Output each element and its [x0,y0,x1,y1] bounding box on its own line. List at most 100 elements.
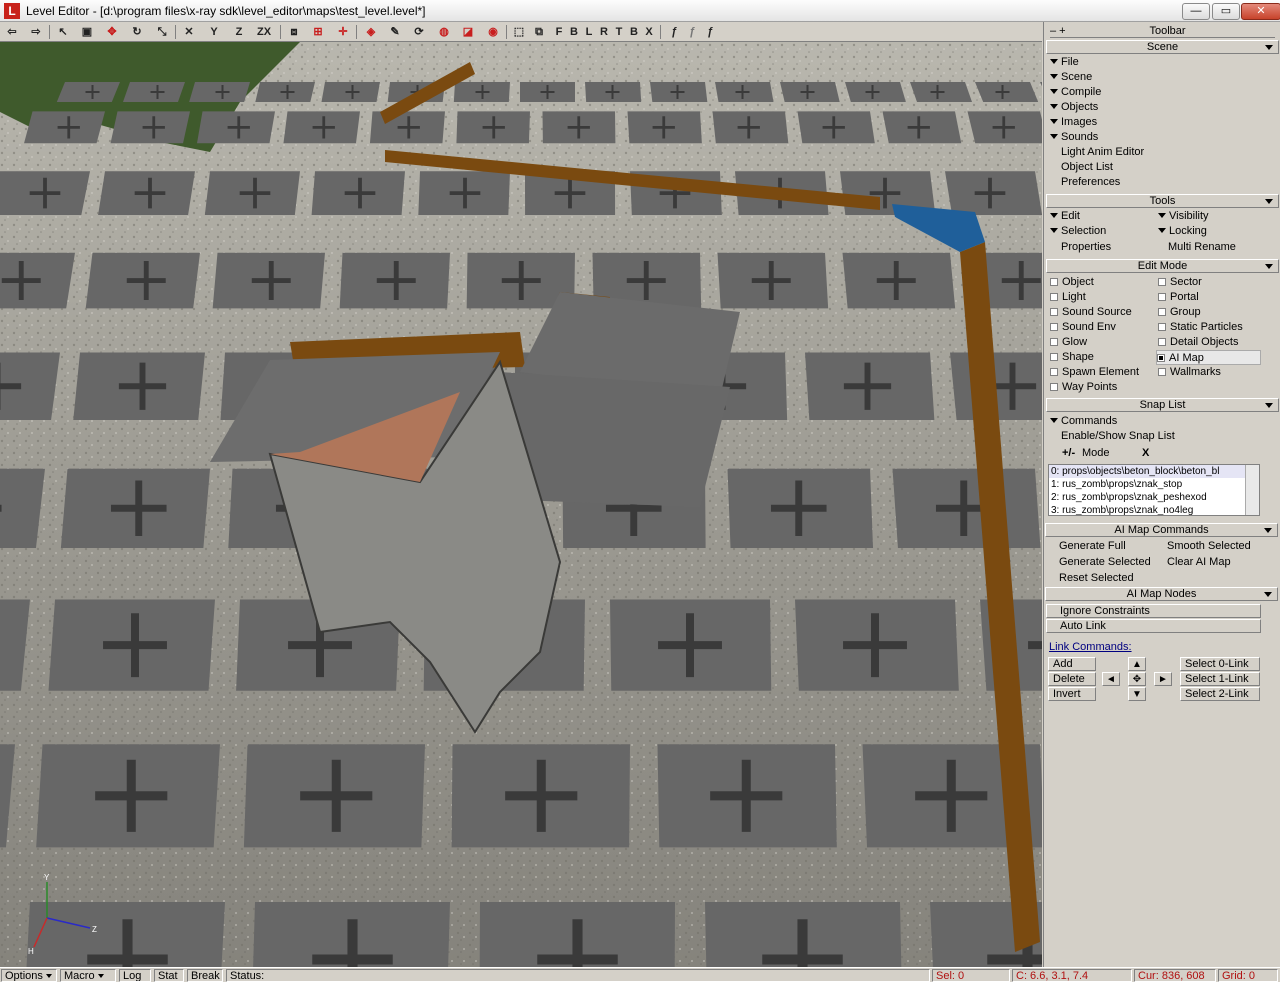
mode-object[interactable]: Object [1050,275,1094,290]
properties-button[interactable]: Properties [1061,240,1111,255]
view-user-icon[interactable]: ƒ [665,24,683,40]
tools-selection[interactable]: Selection [1050,224,1106,239]
snap-scale-icon[interactable]: ◉ [484,24,502,40]
snap-list-item[interactable]: 3: rus_zomb\props\znak_no4leg [1049,504,1259,515]
lock-zx-button[interactable]: ZX [255,24,273,40]
tools-locking[interactable]: Locking [1158,224,1207,239]
snap-list-item[interactable]: 1: rus_zomb\props\znak_stop [1049,478,1259,491]
mode-sound-env[interactable]: Sound Env [1050,320,1116,335]
maximize-button[interactable]: ▭ [1212,3,1240,20]
ignore-constraints-button[interactable]: Ignore Constraints [1046,604,1261,618]
enable-show-snap-list-button[interactable]: Enable/Show Snap List [1061,429,1175,444]
auto-link-button[interactable]: Auto Link [1046,619,1261,633]
light-anim-editor-button[interactable]: Light Anim Editor [1061,145,1144,160]
mode-shape[interactable]: Shape [1050,350,1094,365]
lock-x-icon[interactable]: ✕ [180,24,198,40]
arrow-up-icon[interactable]: ▲ [1128,657,1146,671]
mode-sector[interactable]: Sector [1158,275,1202,290]
mode-static-particles[interactable]: Static Particles [1158,320,1243,335]
camera-icon[interactable]: ▣ [78,24,96,40]
link-delete-button[interactable]: Delete [1048,672,1096,686]
view-reset-button[interactable]: X [640,24,658,40]
snap-list-item[interactable]: 2: rus_zomb\props\znak_peshexod [1049,491,1259,504]
snap-point-icon[interactable]: ✛ [334,24,352,40]
mode-portal[interactable]: Portal [1158,290,1199,305]
redo-icon[interactable]: ⇨ [27,24,45,40]
select-1-link-button[interactable]: Select 1-Link [1180,672,1260,686]
snap-vertex-icon[interactable]: ✎ [386,24,404,40]
snap-grid-icon[interactable]: ⊞ [309,24,327,40]
lock-y-button[interactable]: Y [205,24,223,40]
ai-map-nodes-header[interactable]: AI Map Nodes [1045,587,1278,601]
tools-visibility[interactable]: Visibility [1158,209,1209,224]
zoom-extents-icon[interactable]: ⬚ [510,24,528,40]
scene-compile[interactable]: Compile [1050,85,1101,100]
snap-list-scrollbar[interactable] [1245,465,1259,515]
mirror-icon[interactable]: ⧈ [285,24,303,40]
3d-viewport[interactable]: Y Z H [0,42,1042,967]
move-icon[interactable]: ✥ [103,24,121,40]
snap-moving-icon[interactable]: ◍ [435,24,453,40]
smooth-selected-button[interactable]: Smooth Selected [1167,539,1251,554]
tools-header[interactable]: Tools [1046,194,1279,208]
generate-full-button[interactable]: Generate Full [1059,539,1126,554]
zoom-selected-icon[interactable]: ⧉ [530,24,548,40]
arrow-right-icon[interactable]: ► [1154,672,1172,686]
scene-scene[interactable]: Scene [1050,70,1092,85]
view-camera-icon[interactable]: ƒ [683,24,701,40]
scene-images[interactable]: Images [1050,115,1097,130]
tools-edit[interactable]: Edit [1050,209,1080,224]
reset-selected-button[interactable]: Reset Selected [1059,571,1134,586]
rotate-icon[interactable]: ↻ [128,24,146,40]
mode-ai-map[interactable]: AI Map [1156,350,1261,365]
select-icon[interactable]: ↖ [54,24,72,40]
macro-menu[interactable]: Macro [60,969,116,982]
panel-title: Toolbar [1149,25,1186,37]
link-invert-button[interactable]: Invert [1048,687,1096,701]
mode-glow[interactable]: Glow [1050,335,1087,350]
break-button[interactable]: Break [187,969,223,982]
snap-rotate-icon[interactable]: ◪ [459,24,477,40]
mode-spawn-element[interactable]: Spawn Element [1050,365,1139,380]
lock-z-button[interactable]: Z [230,24,248,40]
scale-icon[interactable]: ⤡ [153,24,171,40]
mode-detail-objects[interactable]: Detail Objects [1158,335,1238,350]
mode-light[interactable]: Light [1050,290,1086,305]
mode-way-points[interactable]: Way Points [1050,380,1117,395]
arrow-all-icon[interactable]: ✥ [1128,672,1146,686]
snap-clear-button[interactable]: X [1142,446,1149,461]
object-list-button[interactable]: Object List [1061,160,1113,175]
edit-mode-header[interactable]: Edit Mode [1046,259,1279,273]
mode-wallmarks[interactable]: Wallmarks [1158,365,1221,380]
arrow-down-icon[interactable]: ▼ [1128,687,1146,701]
select-0-link-button[interactable]: Select 0-Link [1180,657,1260,671]
snap-list-header[interactable]: Snap List [1046,398,1279,412]
snap-mode-toggle[interactable]: +/- [1062,446,1075,461]
scene-objects[interactable]: Objects [1050,100,1098,115]
undo-icon[interactable]: ⇦ [3,24,21,40]
snap-commands[interactable]: Commands [1050,414,1117,429]
arrow-left-icon[interactable]: ◄ [1102,672,1120,686]
generate-selected-button[interactable]: Generate Selected [1059,555,1151,570]
snap-normal-icon[interactable]: ⟳ [410,24,428,40]
clear-ai-map-button[interactable]: Clear AI Map [1167,555,1231,570]
snap-list-box[interactable]: 0: props\objects\beton_block\beton_bl 1:… [1048,464,1260,516]
scene-sounds[interactable]: Sounds [1050,130,1098,145]
log-button[interactable]: Log [119,969,151,982]
minimize-button[interactable]: — [1182,3,1210,20]
view-axis-icon[interactable]: ƒ [701,24,719,40]
multi-rename-button[interactable]: Multi Rename [1168,240,1236,255]
mode-sound-source[interactable]: Sound Source [1050,305,1132,320]
options-menu[interactable]: Options [1,969,57,982]
select-2-link-button[interactable]: Select 2-Link [1180,687,1260,701]
preferences-button[interactable]: Preferences [1061,175,1120,190]
close-button[interactable]: ✕ [1241,3,1280,20]
scene-file[interactable]: File [1050,55,1079,70]
snap-list-item[interactable]: 0: props\objects\beton_block\beton_bl [1049,465,1259,478]
mode-group[interactable]: Group [1158,305,1201,320]
stat-button[interactable]: Stat [154,969,184,982]
scene-header[interactable]: Scene [1046,40,1279,54]
link-add-button[interactable]: Add [1048,657,1096,671]
ai-map-commands-header[interactable]: AI Map Commands [1045,523,1278,537]
snap-object-icon[interactable]: ◈ [362,24,380,40]
